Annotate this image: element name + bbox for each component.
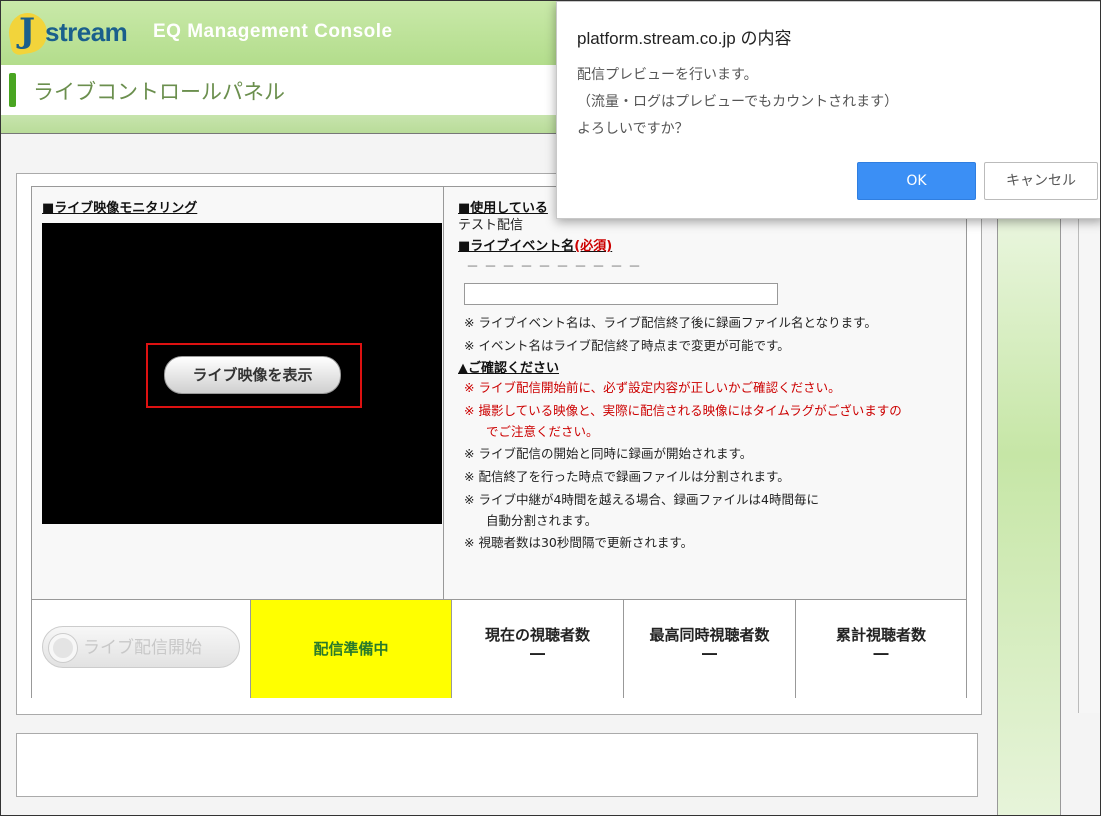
status-row: ライブ配信開始 配信準備中 現在の視聴者数 ― 最高同時視聴者数 ― 累計視聴者… xyxy=(32,599,966,698)
total-viewers-cell: 累計視聴者数 ― xyxy=(796,600,966,698)
warning-note: ※ 撮影している映像と、実際に配信される映像にはタイムラグがございますの xyxy=(464,403,902,418)
stream-status: 配信準備中 xyxy=(313,640,389,658)
live-control-panel: ■ライブ映像モニタリング ライブ映像を表示 ■使用している テスト配信 ■ライブ… xyxy=(16,173,982,715)
event-name-heading: ■ライブイベント名(必須) xyxy=(458,239,613,254)
peak-viewers-cell: 最高同時視聴者数 ― xyxy=(624,600,796,698)
warning-note: でご注意ください。 xyxy=(486,424,599,439)
jstream-logo: J stream xyxy=(5,10,139,56)
note: ※ ライブ中継が4時間を越える場合、録画ファイルは4時間毎に xyxy=(464,492,819,507)
app-title: EQ Management Console xyxy=(153,21,393,42)
dialog-message: 配信プレビューを行います。 （流量・ログはプレビューでもカウントされます） よろ… xyxy=(577,67,899,137)
current-viewers-cell: 現在の視聴者数 ― xyxy=(452,600,624,698)
event-info: ■使用している テスト配信 ■ライブイベント名(必須) －－－－－－－－－－ ※… xyxy=(458,197,958,554)
note: ※ イベント名はライブ配信終了時点まで変更が可能です。 xyxy=(464,338,790,353)
ok-button[interactable]: OK xyxy=(857,162,976,200)
video-preview: ライブ映像を表示 xyxy=(42,223,442,524)
bottom-panel xyxy=(16,733,978,797)
warning-note: ※ ライブ配信開始前に、必ず設定内容が正しいかご確認ください。 xyxy=(464,380,841,395)
show-live-video-button[interactable]: ライブ映像を表示 xyxy=(164,356,341,394)
current-viewers-value: ― xyxy=(530,644,545,662)
note: ※ ライブ配信の開始と同時に録画が開始されます。 xyxy=(464,446,753,461)
status-cell: 配信準備中 xyxy=(251,600,452,698)
note: ※ 視聴者数は30秒間隔で更新されます。 xyxy=(464,535,694,550)
event-name-dashes: －－－－－－－－－－ xyxy=(466,260,647,275)
start-cell: ライブ配信開始 xyxy=(32,600,251,698)
column-divider xyxy=(443,187,444,599)
required-label: (必須) xyxy=(574,239,613,254)
current-viewers-label: 現在の視聴者数 xyxy=(484,626,590,644)
peak-viewers-label: 最高同時視聴者数 xyxy=(649,626,770,644)
title-accent-bar xyxy=(9,73,16,107)
dialog-title: platform.stream.co.jp の内容 xyxy=(577,29,792,48)
record-icon xyxy=(49,634,77,662)
total-viewers-value: ― xyxy=(873,644,889,662)
total-viewers-label: 累計視聴者数 xyxy=(835,626,926,644)
note: ※ 配信終了を行った時点で録画ファイルは分割されます。 xyxy=(464,469,790,484)
event-name-input[interactable] xyxy=(464,283,778,305)
note: 自動分割されます。 xyxy=(486,513,598,528)
confirm-heading: ▲ご確認ください xyxy=(458,361,559,376)
cancel-button[interactable]: キャンセル xyxy=(984,162,1098,200)
confirm-dialog: platform.stream.co.jp の内容 配信プレビューを行います。 … xyxy=(556,1,1100,219)
monitoring-heading: ■ライブ映像モニタリング xyxy=(42,201,198,216)
peak-viewers-value: ― xyxy=(702,644,717,662)
page-title: ライブコントロールパネル xyxy=(33,81,285,104)
right-side-panel xyxy=(997,213,1061,815)
app-window: J stream EQ Management Console ライブコントロール… xyxy=(0,0,1101,816)
right-side-strip xyxy=(1078,213,1100,713)
start-live-button[interactable]: ライブ配信開始 xyxy=(42,626,240,668)
note: ※ ライブイベント名は、ライブ配信終了後に録画ファイル名となります。 xyxy=(464,315,877,330)
panel-inner: ■ライブ映像モニタリング ライブ映像を表示 ■使用している テスト配信 ■ライブ… xyxy=(31,186,967,698)
